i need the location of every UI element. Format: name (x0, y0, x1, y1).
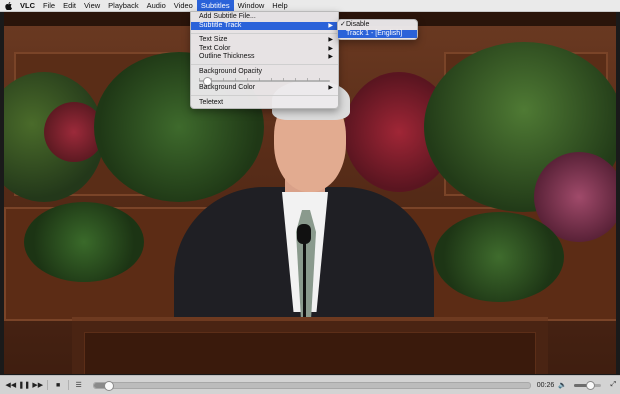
menu-view[interactable]: View (80, 0, 104, 11)
forward-button[interactable]: ▶▶ (31, 379, 44, 391)
menu-item-label: Subtitle Track (199, 21, 242, 29)
menu-item-label: Teletext (199, 98, 224, 106)
menu-separator (191, 64, 338, 65)
menu-item-teletext[interactable]: Teletext (191, 99, 338, 108)
menu-playback[interactable]: Playback (104, 0, 142, 11)
volume-knob[interactable] (585, 380, 595, 390)
divider (67, 380, 69, 390)
subtitles-menu: Add Subtitle File... Subtitle Track ▶ Tex… (190, 11, 339, 109)
stop-button[interactable]: ■ (51, 379, 64, 391)
submenu-item-disable[interactable]: ✓ Disable (338, 21, 417, 30)
submenu-arrow-icon: ▶ (328, 22, 333, 29)
menu-item-text-color[interactable]: Text Color ▶ (191, 45, 338, 54)
menu-help[interactable]: Help (268, 0, 291, 11)
submenu-arrow-icon: ▶ (328, 45, 333, 52)
apple-icon[interactable] (4, 1, 12, 10)
pause-icon: ❚❚ (18, 382, 31, 389)
menu-item-label: Text Color (199, 44, 231, 52)
fern-right (434, 212, 564, 302)
menu-item-subtitle-track[interactable]: Subtitle Track ▶ (191, 21, 338, 30)
menu-item-text-size[interactable]: Text Size ▶ (191, 36, 338, 45)
submenu-arrow-icon: ▶ (328, 54, 333, 60)
slider-ticks (199, 78, 330, 81)
menu-item-label: Text Size (199, 36, 228, 43)
pulpit-panel (84, 332, 536, 374)
menu-vlc[interactable]: VLC (16, 0, 39, 11)
checkmark-icon: ✓ (340, 21, 346, 28)
rewind-button[interactable]: ◀◀ (4, 379, 17, 391)
stop-icon: ■ (56, 381, 61, 389)
subtitle-track-submenu: ✓ Disable Track 1 - [English] (337, 19, 418, 40)
menu-item-add-subtitle-file[interactable]: Add Subtitle File... (191, 13, 338, 22)
background-opacity-slider[interactable] (199, 76, 330, 86)
microphone (297, 224, 311, 244)
menu-audio[interactable]: Audio (143, 0, 170, 11)
menu-subtitles[interactable]: Subtitles (196, 0, 234, 11)
seek-bar[interactable] (93, 380, 531, 391)
menu-window[interactable]: Window (234, 0, 269, 11)
menu-item-outline-thickness[interactable]: Outline Thickness ▶ (191, 53, 338, 62)
menu-item-label: Outline Thickness (199, 53, 255, 60)
playlist-button[interactable]: ☰ (72, 379, 85, 391)
menu-item-label: Background Color (199, 84, 256, 91)
menu-separator (191, 95, 338, 96)
divider (47, 380, 49, 390)
submenu-item-label: Track 1 - [English] (346, 29, 403, 37)
fast-forward-icon: ▶▶ (32, 382, 44, 389)
fullscreen-icon: ⤢ (610, 381, 617, 388)
rewind-icon: ◀◀ (5, 382, 17, 389)
menu-item-label: Add Subtitle File... (199, 13, 256, 20)
menu-item-background-opacity: Background Opacity (191, 68, 338, 77)
playlist-icon: ☰ (75, 382, 82, 389)
submenu-item-track-1-english[interactable]: Track 1 - [English] (338, 29, 417, 38)
fullscreen-button[interactable]: ⤢ (607, 379, 620, 391)
menu-video[interactable]: Video (170, 0, 197, 11)
elapsed-time: 00:26 (536, 381, 555, 389)
volume-slider[interactable] (573, 380, 601, 390)
submenu-arrow-icon: ▶ (328, 37, 333, 43)
submenu-arrow-icon: ▶ (328, 85, 333, 91)
pause-button[interactable]: ❚❚ (17, 379, 30, 391)
submenu-item-label: Disable (346, 21, 370, 28)
menu-edit[interactable]: Edit (59, 0, 80, 11)
menu-file[interactable]: File (39, 0, 59, 11)
menu-item-background-color[interactable]: Background Color ▶ (191, 84, 338, 93)
fern-left (24, 202, 144, 282)
speaker-icon: 🔈 (558, 382, 568, 389)
menu-separator (191, 32, 338, 34)
playback-controls: ◀◀ ❚❚ ▶▶ ■ ☰ 00:26 🔈 ⤢ (0, 375, 620, 394)
seek-bar-knob[interactable] (103, 380, 114, 391)
menu-item-label: Background Opacity (199, 67, 263, 75)
mute-button[interactable]: 🔈 (556, 379, 569, 391)
